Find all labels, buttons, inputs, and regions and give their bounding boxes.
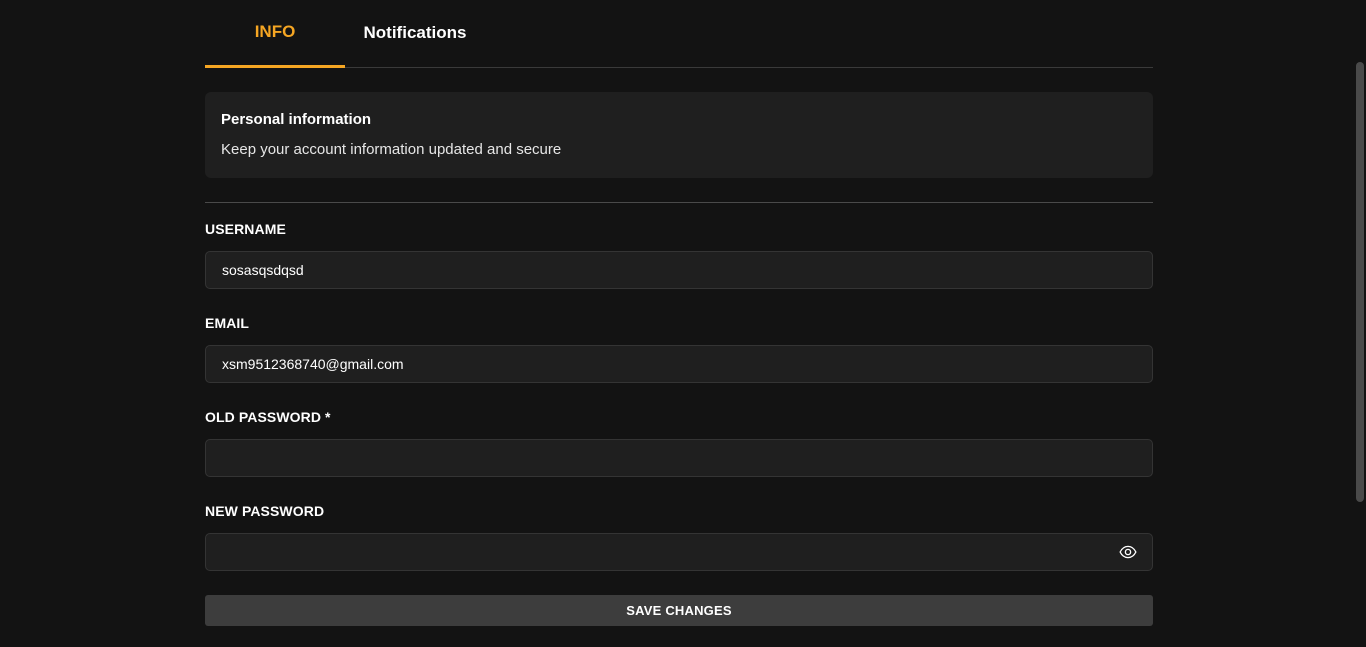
tab-bar: INFO Notifications xyxy=(205,0,1153,68)
username-input[interactable] xyxy=(205,251,1153,289)
settings-page: INFO Notifications Personal information … xyxy=(0,0,1366,647)
username-label: USERNAME xyxy=(205,221,286,237)
tab-info[interactable]: INFO xyxy=(205,0,345,68)
settings-container: INFO Notifications Personal information … xyxy=(205,0,1153,626)
new-password-input[interactable] xyxy=(205,533,1153,571)
scrollbar-thumb[interactable] xyxy=(1356,62,1364,502)
personal-info-card: Personal information Keep your account i… xyxy=(205,92,1153,178)
tab-notifications[interactable]: Notifications xyxy=(345,0,485,68)
card-subtitle: Keep your account information updated an… xyxy=(221,141,562,158)
new-password-label: NEW PASSWORD xyxy=(205,503,325,519)
section-divider xyxy=(205,202,1153,203)
email-input[interactable] xyxy=(205,345,1153,383)
save-changes-button[interactable]: SAVE CHANGES xyxy=(205,595,1153,626)
scrollbar-track[interactable] xyxy=(1354,0,1366,647)
card-title: Personal information xyxy=(221,111,372,128)
old-password-label: OLD PASSWORD * xyxy=(205,409,331,425)
email-label: EMAIL xyxy=(205,315,250,331)
old-password-input[interactable] xyxy=(205,439,1153,477)
new-password-wrapper xyxy=(205,533,1153,571)
eye-icon[interactable] xyxy=(1119,543,1137,561)
